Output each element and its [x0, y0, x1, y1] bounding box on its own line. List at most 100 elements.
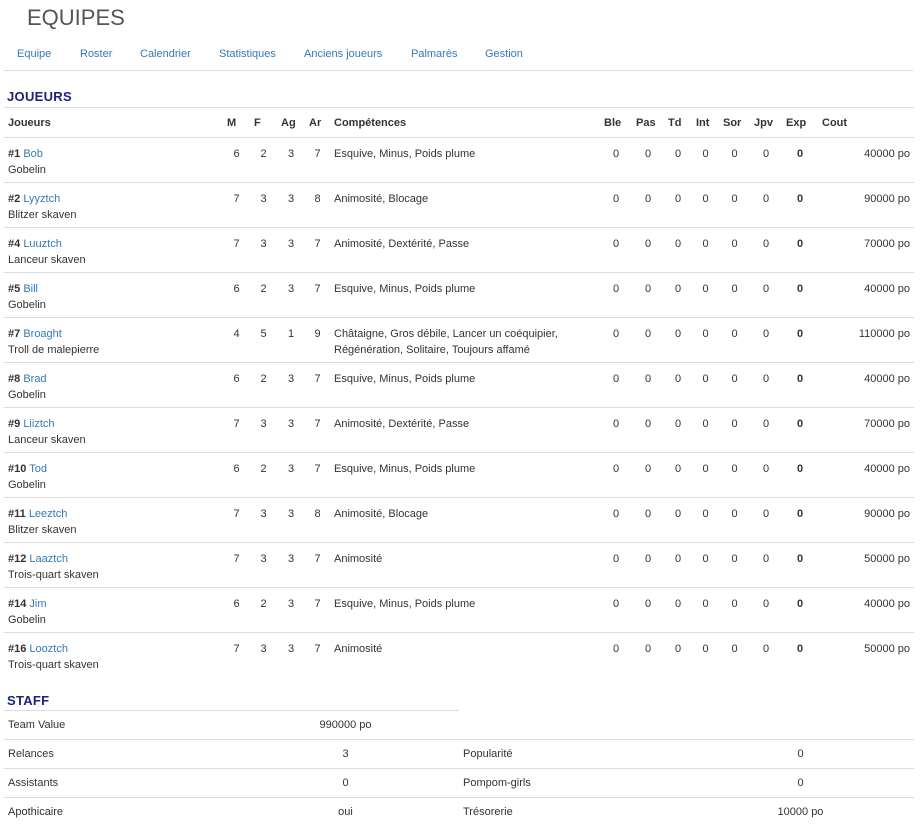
player-name-link[interactable]: Laaztch [29, 553, 68, 565]
player-name-link[interactable]: Liiztch [23, 418, 54, 430]
staff-label: Trésorerie [459, 797, 687, 826]
stat-jpv: 0 [750, 542, 782, 588]
stat-ag: 3 [277, 137, 305, 183]
nav-statistiques[interactable]: Statistiques [219, 48, 276, 60]
player-cell: #16 Looztch Trois-quart skaven [4, 632, 223, 677]
player-number: #12 [8, 553, 27, 565]
stat-ar: 8 [305, 182, 330, 228]
staff-label: Relances [4, 739, 232, 769]
stat-exp: 0 [782, 452, 818, 498]
player-number: #2 [8, 193, 21, 205]
header-joueurs: Joueurs [4, 107, 223, 138]
player-name-link[interactable]: Lyyztch [23, 193, 60, 205]
header-m: M [223, 107, 250, 138]
stat-int: 0 [692, 587, 719, 633]
player-cost: 70000 po [818, 227, 914, 273]
stat-pas: 0 [632, 182, 664, 228]
player-cost: 110000 po [818, 317, 914, 363]
stat-jpv: 0 [750, 317, 782, 363]
player-cost: 40000 po [818, 272, 914, 318]
player-skills: Animosité [330, 542, 600, 588]
stat-ar: 7 [305, 587, 330, 633]
player-row: #8 Brad Gobelin 6 2 3 7 Esquive, Minus, Poids … [4, 362, 914, 408]
stat-m: 4 [223, 317, 250, 363]
nav-roster[interactable]: Roster [80, 48, 112, 60]
player-skills: Esquive, Minus, Poids plume [330, 362, 600, 408]
stat-jpv: 0 [750, 362, 782, 408]
player-cost: 50000 po [818, 542, 914, 588]
player-name-link[interactable]: Brad [23, 373, 46, 385]
stat-m: 6 [223, 137, 250, 183]
staff-row: Relances 3 Popularité 0 [4, 739, 914, 769]
nav-anciens-joueurs[interactable]: Anciens joueurs [304, 48, 382, 60]
stat-int: 0 [692, 317, 719, 363]
player-name-link[interactable]: Looztch [29, 643, 68, 655]
stat-ag: 3 [277, 452, 305, 498]
stat-pas: 0 [632, 497, 664, 543]
player-cost: 90000 po [818, 182, 914, 228]
staff-row: Apothicaire oui Trésorerie 10000 po [4, 797, 914, 826]
stat-f: 3 [250, 407, 277, 453]
player-cell: #7 Broaght Troll de malepierre [4, 317, 223, 363]
staff-section-title: STAFF [7, 693, 50, 708]
player-cost: 50000 po [818, 632, 914, 677]
stat-int: 0 [692, 407, 719, 453]
player-number: #7 [8, 328, 21, 340]
player-name-link[interactable]: Jim [29, 598, 46, 610]
stat-ag: 3 [277, 497, 305, 543]
stat-f: 2 [250, 272, 277, 318]
team-value-label: Team Value [8, 719, 66, 731]
players-section-title: JOUEURS [7, 89, 72, 104]
stat-exp: 0 [782, 182, 818, 228]
player-cost: 70000 po [818, 407, 914, 453]
stat-ble: 0 [600, 407, 632, 453]
page-title: EQUIPES [27, 5, 125, 30]
player-row: #2 Lyyztch Blitzer skaven 7 3 3 8 Animosité, B… [4, 182, 914, 228]
header-f: F [250, 107, 277, 138]
player-name-link[interactable]: Tod [29, 463, 47, 475]
player-row: #4 Luuztch Lanceur skaven 7 3 3 7 Animosité, D… [4, 227, 914, 273]
player-row: #9 Liiztch Lanceur skaven 7 3 3 7 Animosité, D… [4, 407, 914, 453]
stat-m: 7 [223, 407, 250, 453]
nav-equipe[interactable]: Equipe [17, 48, 51, 60]
staff-value: 0 [687, 768, 914, 798]
nav-calendrier[interactable]: Calendrier [140, 48, 191, 60]
player-skills: Esquive, Minus, Poids plume [330, 137, 600, 183]
stat-td: 0 [664, 227, 692, 273]
player-name-link[interactable]: Bob [23, 148, 43, 160]
player-row: #1 Bob Gobelin 6 2 3 7 Esquive, Minus, Poids p… [4, 137, 914, 183]
player-name-link[interactable]: Broaght [23, 328, 62, 340]
player-name-link[interactable]: Luuztch [23, 238, 62, 250]
stat-m: 6 [223, 362, 250, 408]
player-cell: #8 Brad Gobelin [4, 362, 223, 408]
stat-int: 0 [692, 452, 719, 498]
staff-value: 0 [687, 739, 914, 769]
stat-int: 0 [692, 542, 719, 588]
stat-pas: 0 [632, 137, 664, 183]
stat-pas: 0 [632, 452, 664, 498]
nav-gestion[interactable]: Gestion [485, 48, 523, 60]
player-name-link[interactable]: Leeztch [29, 508, 68, 520]
stat-exp: 0 [782, 542, 818, 588]
staff-label: Apothicaire [4, 797, 232, 826]
nav-palmares[interactable]: Palmarès [411, 48, 457, 60]
stat-pas: 0 [632, 227, 664, 273]
player-number: #8 [8, 373, 21, 385]
player-row: #11 Leeztch Blitzer skaven 7 3 3 8 Animosité, … [4, 497, 914, 543]
player-name-link[interactable]: Bill [23, 283, 38, 295]
header-td: Td [664, 107, 692, 138]
player-number: #4 [8, 238, 21, 250]
stat-ble: 0 [600, 227, 632, 273]
stat-f: 3 [250, 182, 277, 228]
player-number: #14 [8, 598, 27, 610]
staff-value: oui [232, 797, 459, 826]
stat-sor: 0 [719, 542, 750, 588]
stat-jpv: 0 [750, 182, 782, 228]
header-pas: Pas [632, 107, 664, 138]
header-ag: Ag [277, 107, 305, 138]
player-skills: Esquive, Minus, Poids plume [330, 587, 600, 633]
stat-f: 3 [250, 632, 277, 677]
player-role: Gobelin [8, 164, 46, 176]
stat-td: 0 [664, 452, 692, 498]
player-cell: #9 Liiztch Lanceur skaven [4, 407, 223, 453]
